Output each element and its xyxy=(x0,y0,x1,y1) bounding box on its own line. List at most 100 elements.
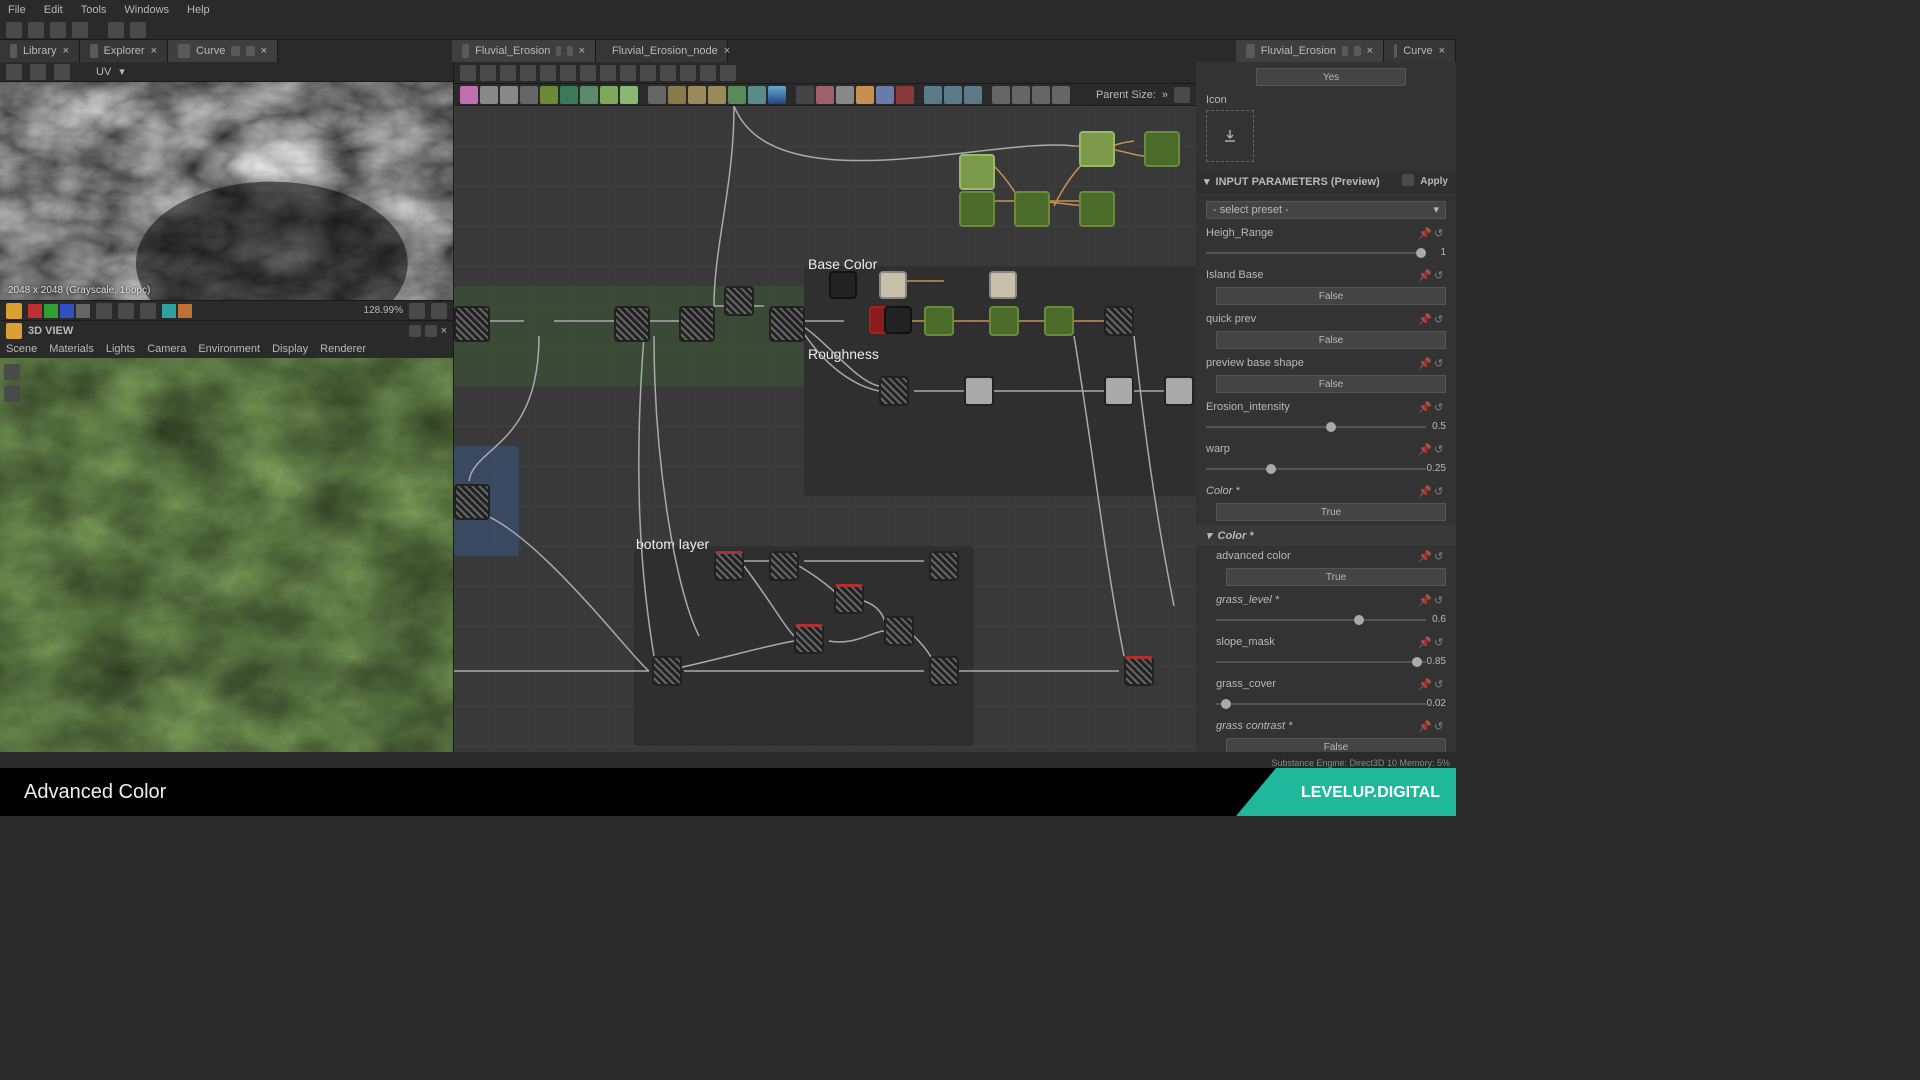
graph-node[interactable] xyxy=(834,584,864,614)
pin-icon[interactable]: 📌 xyxy=(1418,357,1430,369)
graph-node[interactable] xyxy=(769,551,799,581)
pin-icon[interactable]: 📌 xyxy=(1418,313,1430,325)
reset-icon[interactable]: ↺ xyxy=(1434,594,1446,606)
param-island-base-toggle[interactable]: False xyxy=(1216,287,1446,305)
save-icon[interactable] xyxy=(50,22,66,38)
reset-icon[interactable]: ↺ xyxy=(1434,357,1446,369)
pin-icon[interactable]: 📌 xyxy=(1418,401,1430,413)
3d-menu-display[interactable]: Display xyxy=(272,343,308,355)
align-icon[interactable] xyxy=(560,65,576,81)
new-icon[interactable] xyxy=(6,22,22,38)
graph-node[interactable] xyxy=(884,306,912,334)
param-grass-level-slider[interactable]: 0.6 xyxy=(1216,612,1446,628)
atomic-scratch[interactable] xyxy=(708,86,726,104)
3d-menu-renderer[interactable]: Renderer xyxy=(320,343,366,355)
link-icon[interactable] xyxy=(620,65,636,81)
tab-properties[interactable]: Fluvial_Erosion × xyxy=(1236,40,1384,62)
graph-canvas[interactable]: Base Color Roughness botom layer xyxy=(454,106,1196,752)
tab-graph-main[interactable]: Fluvial_Erosion × xyxy=(452,40,596,62)
close-icon[interactable]: × xyxy=(261,45,267,57)
atomic-shuffle[interactable] xyxy=(520,86,538,104)
pin-icon[interactable]: 📌 xyxy=(1418,678,1430,690)
atomic-misc3[interactable] xyxy=(1032,86,1050,104)
frame-icon[interactable] xyxy=(600,65,616,81)
refresh-icon[interactable] xyxy=(660,65,676,81)
graph-node[interactable] xyxy=(1124,656,1154,686)
tab-curve[interactable]: Curve × xyxy=(168,40,278,62)
reset-icon[interactable] xyxy=(1402,174,1414,186)
camera-icon[interactable] xyxy=(4,364,20,380)
popout-icon[interactable] xyxy=(1354,46,1360,56)
cut-icon[interactable] xyxy=(640,65,656,81)
atomic-pin[interactable] xyxy=(896,86,914,104)
pointer-icon[interactable] xyxy=(460,65,476,81)
color-subsection[interactable]: ▾ Color * xyxy=(1196,525,1456,546)
reset-icon[interactable]: ↺ xyxy=(1434,269,1446,281)
pin-icon[interactable]: 📌 xyxy=(1418,720,1430,732)
graph-node[interactable] xyxy=(959,191,995,227)
search-icon[interactable] xyxy=(540,65,556,81)
atomic-blend[interactable] xyxy=(600,86,618,104)
histogram-icon[interactable] xyxy=(96,303,112,319)
graph-node[interactable] xyxy=(879,376,909,406)
swatch-cyan[interactable] xyxy=(162,304,176,318)
close-icon[interactable]: × xyxy=(151,45,157,57)
tab-explorer[interactable]: Explorer × xyxy=(80,40,168,62)
graph-node[interactable] xyxy=(879,271,907,299)
param-heigh-range-slider[interactable]: 1 xyxy=(1206,245,1446,261)
3d-menu-environment[interactable]: Environment xyxy=(198,343,260,355)
graph-node[interactable] xyxy=(1164,376,1194,406)
pin-icon[interactable]: 📌 xyxy=(1418,550,1430,562)
graph-node[interactable] xyxy=(769,306,805,342)
graph-node[interactable] xyxy=(1144,131,1180,167)
graph-node[interactable] xyxy=(1104,376,1134,406)
graph-node[interactable] xyxy=(1079,191,1115,227)
settings-icon[interactable] xyxy=(1174,87,1190,103)
close-icon[interactable]: × xyxy=(579,45,585,57)
atomic-misc4[interactable] xyxy=(1052,86,1070,104)
reset-icon[interactable]: ↺ xyxy=(1434,443,1446,455)
atomic-misc1[interactable] xyxy=(992,86,1010,104)
graph-node[interactable] xyxy=(614,306,650,342)
pin-icon[interactable]: 📌 xyxy=(1418,269,1430,281)
3d-canvas[interactable] xyxy=(0,358,453,752)
info-icon[interactable] xyxy=(520,65,536,81)
pin-icon[interactable] xyxy=(556,46,561,56)
atomic-checker[interactable] xyxy=(796,86,814,104)
3d-menu-camera[interactable]: Camera xyxy=(147,343,186,355)
param-warp-slider[interactable]: 0.25 xyxy=(1206,461,1446,477)
atomic-grayscale[interactable] xyxy=(620,86,638,104)
param-grass-cover-slider[interactable]: 0.02 xyxy=(1216,696,1446,712)
layers-icon[interactable] xyxy=(6,303,22,319)
grid-icon[interactable] xyxy=(580,65,596,81)
atomic-text[interactable] xyxy=(500,86,518,104)
apply-button[interactable]: Apply xyxy=(1420,176,1448,187)
graph-node[interactable] xyxy=(454,484,490,520)
menu-file[interactable]: File xyxy=(8,4,26,16)
swatch-grid[interactable] xyxy=(76,304,90,318)
atomic-circle[interactable] xyxy=(728,86,746,104)
menu-edit[interactable]: Edit xyxy=(44,4,63,16)
pin-icon[interactable]: 📌 xyxy=(1418,443,1430,455)
close-icon[interactable]: × xyxy=(724,45,730,57)
graph-node[interactable] xyxy=(1079,131,1115,167)
param-preview-base-shape-toggle[interactable]: False xyxy=(1216,375,1446,393)
light-icon[interactable] xyxy=(4,386,20,402)
preset-select[interactable]: - select preset -▾ xyxy=(1206,201,1446,219)
pin-icon[interactable]: 📌 xyxy=(1418,227,1430,239)
pin-icon[interactable]: 📌 xyxy=(1418,485,1430,497)
reset-icon[interactable]: ↺ xyxy=(1434,678,1446,690)
comment-icon[interactable] xyxy=(700,65,716,81)
swatch-blue[interactable] xyxy=(60,304,74,318)
reset-icon[interactable]: ↺ xyxy=(1434,550,1446,562)
popout-icon[interactable] xyxy=(567,46,572,56)
graph-node[interactable] xyxy=(454,306,490,342)
graph-node[interactable] xyxy=(884,616,914,646)
param-grass-contrast-toggle[interactable]: False xyxy=(1226,738,1446,752)
param-advanced-color-toggle[interactable]: True xyxy=(1226,568,1446,586)
pin-icon[interactable]: 📌 xyxy=(1418,594,1430,606)
atomic-sphere[interactable] xyxy=(768,86,786,104)
save-all-icon[interactable] xyxy=(72,22,88,38)
atomic-levels[interactable] xyxy=(580,86,598,104)
properties-panel[interactable]: Yes Icon ▾ INPUT PARAMETERS (Preview) Ap… xyxy=(1196,62,1456,752)
